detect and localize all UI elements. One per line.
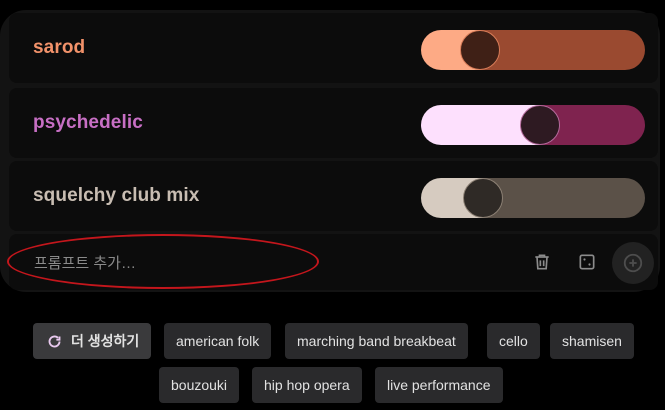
- add-prompt-row: [9, 234, 658, 290]
- weight-slider[interactable]: [421, 30, 645, 70]
- refresh-icon: [48, 335, 61, 347]
- generate-more-label: 더 생성하기: [71, 333, 140, 349]
- suggestion-chip[interactable]: shamisen: [550, 323, 634, 359]
- slider-knob[interactable]: [463, 178, 503, 218]
- weight-slider[interactable]: [421, 105, 645, 145]
- plus-circle-icon: [623, 253, 643, 273]
- suggestion-chip[interactable]: live performance: [375, 367, 503, 403]
- prompt-row-0: sarod: [9, 13, 658, 83]
- dice-icon: [579, 254, 595, 270]
- slider-knob[interactable]: [520, 105, 560, 145]
- random-button[interactable]: [572, 247, 602, 277]
- suggestion-chip[interactable]: hip hop opera: [252, 367, 362, 403]
- add-prompt-input[interactable]: [32, 244, 456, 282]
- suggestion-chip[interactable]: american folk: [164, 323, 272, 359]
- prompt-label[interactable]: sarod: [33, 13, 85, 83]
- generate-more-button[interactable]: 더 생성하기: [33, 323, 152, 359]
- trash-icon: [535, 254, 549, 270]
- prompt-row-2: squelchy club mix: [9, 161, 658, 231]
- slider-track: [480, 30, 645, 70]
- add-prompt-button[interactable]: [612, 242, 654, 284]
- delete-button[interactable]: [527, 247, 557, 277]
- suggestion-chip[interactable]: bouzouki: [159, 367, 240, 403]
- suggestion-chip[interactable]: cello: [487, 323, 540, 359]
- suggestion-chip[interactable]: marching band breakbeat: [285, 323, 468, 359]
- slider-knob[interactable]: [460, 30, 500, 70]
- slider-track: [483, 178, 645, 218]
- prompt-label[interactable]: squelchy club mix: [33, 161, 199, 231]
- prompt-label[interactable]: psychedelic: [33, 88, 143, 158]
- weight-slider[interactable]: [421, 178, 645, 218]
- prompt-row-1: psychedelic: [9, 88, 658, 158]
